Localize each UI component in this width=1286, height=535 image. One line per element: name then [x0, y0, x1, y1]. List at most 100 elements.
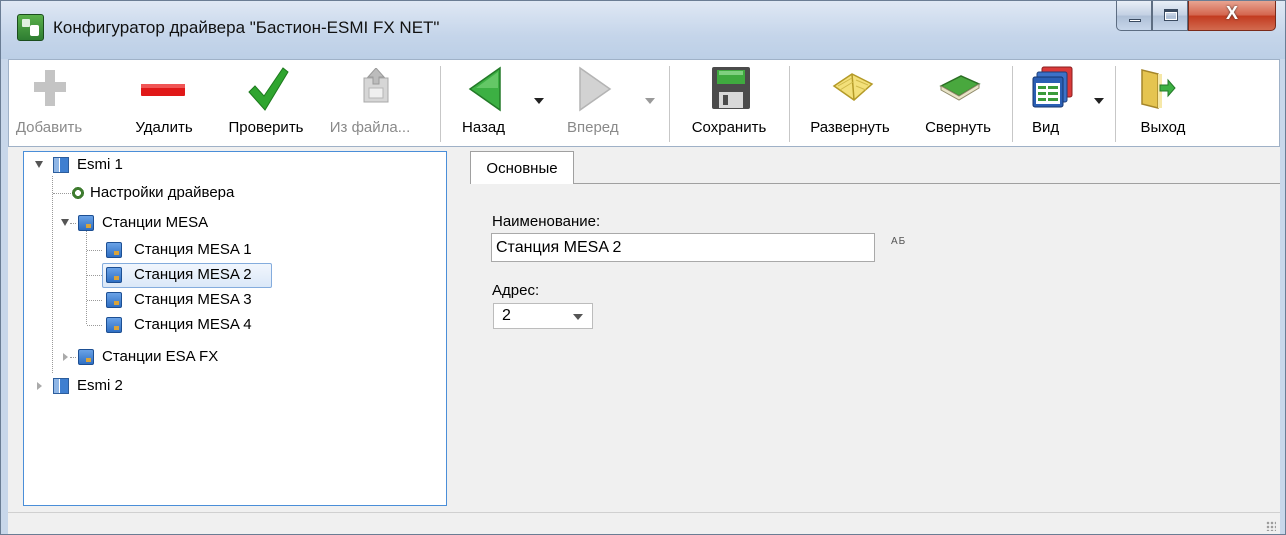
server-icon — [53, 378, 69, 394]
tree-node-mesa-4[interactable]: Станция MESA 4 — [102, 313, 272, 337]
maximize-button[interactable] — [1152, 1, 1188, 31]
toolbar-separator — [669, 66, 670, 142]
arrow-left-icon — [468, 66, 501, 112]
close-button[interactable]: X — [1188, 1, 1276, 31]
tree-node-label: Станция MESA 1 — [134, 241, 252, 258]
address-select-value: 2 — [502, 307, 511, 324]
expand-button[interactable]: Развернуть — [792, 60, 908, 146]
back-button[interactable]: Назад — [456, 60, 546, 146]
add-label: Добавить — [15, 119, 83, 136]
expand-arrow-icon[interactable] — [35, 161, 43, 168]
address-select[interactable]: 2 — [493, 303, 593, 329]
transliterate-icon[interactable]: АБ — [891, 235, 913, 257]
app-window: Конфигуратор драйвера "Бастион-ESMI FX N… — [0, 0, 1286, 535]
title-bar[interactable]: Конфигуратор драйвера "Бастион-ESMI FX N… — [1, 1, 1285, 59]
station-icon — [106, 242, 122, 258]
forward-button[interactable]: Вперед — [561, 60, 661, 146]
tree-node-label: Esmi 2 — [77, 377, 123, 394]
server-icon — [53, 157, 69, 173]
tree-node-mesa-stations[interactable]: Станции MESA — [60, 211, 240, 235]
station-group-icon — [78, 349, 94, 365]
tree-connector — [87, 325, 102, 326]
toolbar-separator — [1012, 66, 1013, 142]
save-button[interactable]: Сохранить — [674, 60, 784, 146]
tree-node-label: Esmi 1 — [77, 156, 123, 173]
forward-dropdown-icon[interactable] — [645, 98, 655, 104]
minus-icon — [141, 84, 185, 96]
collapse-label: Свернуть — [925, 119, 991, 136]
floppy-disk-icon — [712, 67, 750, 109]
tree-node-label: Станция MESA 3 — [134, 291, 252, 308]
close-icon: X — [1225, 3, 1238, 23]
from-file-label: Из файла... — [329, 119, 411, 136]
tree-connector — [52, 176, 53, 373]
view-label: Вид — [1032, 119, 1060, 136]
maximize-icon — [1164, 9, 1178, 21]
station-icon — [106, 267, 122, 283]
tree-node-label: Настройки драйвера — [90, 184, 235, 201]
tree-node-mesa-3[interactable]: Станция MESA 3 — [102, 288, 272, 312]
arrow-right-icon — [579, 66, 612, 112]
check-button[interactable]: Проверить — [217, 60, 315, 146]
station-group-icon — [78, 215, 94, 231]
plus-icon — [34, 70, 66, 106]
details-panel: Основные Наименование: Станция MESA 2 АБ… — [459, 147, 1280, 512]
station-icon — [106, 317, 122, 333]
status-bar — [8, 512, 1280, 534]
tree-connector — [87, 250, 102, 251]
tree-node-driver-settings[interactable]: Настройки драйвера — [66, 181, 286, 205]
tree-connector — [87, 275, 102, 276]
exit-label: Выход — [1140, 119, 1186, 136]
transliterate-icon-text: АБ — [891, 236, 907, 247]
tree-node-esmi-2[interactable]: Esmi 2 — [32, 374, 172, 398]
name-label: Наименование: — [492, 213, 601, 230]
toolbar-separator — [1115, 66, 1116, 142]
check-label: Проверить — [228, 119, 304, 136]
import-file-icon — [363, 68, 389, 103]
tree-node-label: Станция MESA 4 — [134, 316, 252, 333]
address-label: Адрес: — [492, 282, 540, 299]
from-file-button[interactable]: Из файла... — [319, 60, 421, 146]
checkmark-icon — [248, 67, 289, 111]
save-label: Сохранить — [691, 119, 767, 136]
expand-label: Развернуть — [810, 119, 890, 136]
resize-grip-icon[interactable] — [1266, 521, 1276, 531]
delete-button[interactable]: Удалить — [122, 60, 206, 146]
chevron-down-icon — [573, 314, 583, 320]
back-label: Назад — [462, 119, 505, 136]
collapse-button[interactable]: Свернуть — [910, 60, 1006, 146]
view-button[interactable]: Вид — [1017, 60, 1113, 146]
main-content: Esmi 1 Настройки драйвера Станции MESA С… — [8, 147, 1280, 512]
tree-node-esa-fx-stations[interactable]: Станции ESA FX — [60, 345, 240, 369]
collapsed-arrow-icon[interactable] — [63, 353, 68, 361]
delete-label: Удалить — [135, 119, 193, 136]
name-input[interactable]: Станция MESA 2 — [491, 233, 875, 262]
forward-label: Вперед — [567, 119, 619, 136]
collapsed-arrow-icon[interactable] — [37, 382, 42, 390]
tree-node-label: Станции ESA FX — [102, 348, 219, 365]
tree-node-mesa-2[interactable]: Станция MESA 2 — [102, 263, 272, 287]
closed-book-icon — [939, 75, 981, 101]
tree-node-label: Станция MESA 2 — [134, 266, 252, 283]
tree-node-mesa-1[interactable]: Станция MESA 1 — [102, 238, 272, 262]
add-button[interactable]: Добавить — [9, 60, 89, 146]
exit-button[interactable]: Выход — [1123, 60, 1203, 146]
exit-door-icon — [1141, 69, 1176, 109]
view-dropdown-icon[interactable] — [1094, 98, 1104, 104]
tab-strip-border — [574, 183, 1280, 184]
toolbar: Добавить Удалить Проверить Из файла... Н… — [8, 59, 1280, 147]
station-tree[interactable]: Esmi 1 Настройки драйвера Станции MESA С… — [23, 151, 447, 506]
tree-node-esmi-1[interactable]: Esmi 1 — [32, 153, 172, 177]
open-book-icon — [832, 73, 874, 101]
tab-main[interactable]: Основные — [470, 151, 574, 184]
minimize-icon — [1129, 19, 1141, 22]
toolbar-separator — [440, 66, 441, 142]
toolbar-separator — [789, 66, 790, 142]
minimize-button[interactable] — [1116, 1, 1152, 31]
expand-arrow-icon[interactable] — [61, 219, 69, 226]
view-windows-icon — [1032, 66, 1073, 108]
back-dropdown-icon[interactable] — [534, 98, 544, 104]
tree-connector — [87, 300, 102, 301]
window-title: Конфигуратор драйвера "Бастион-ESMI FX N… — [53, 18, 440, 37]
station-icon — [106, 292, 122, 308]
